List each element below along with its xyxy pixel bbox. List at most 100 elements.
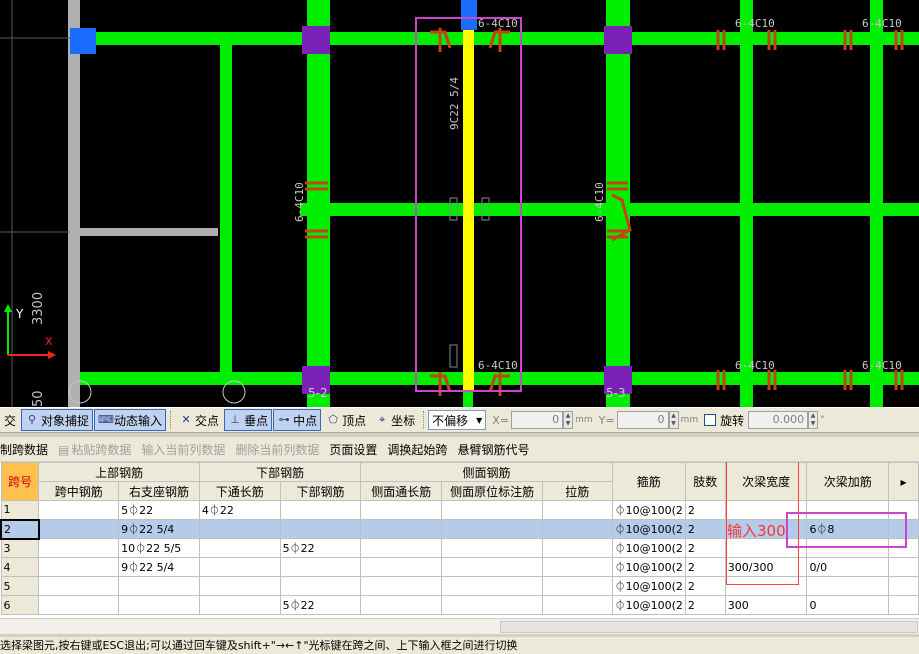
tie-cell[interactable] bbox=[542, 538, 613, 558]
add-cell[interactable] bbox=[806, 576, 890, 596]
scrollbar-thumb[interactable] bbox=[500, 621, 918, 633]
y-spin-button[interactable]: ▲ ▼ bbox=[668, 411, 679, 429]
page-setup-button[interactable]: 页面设置 bbox=[329, 441, 377, 458]
dynamic-input-button[interactable]: ⌨ 动态输入 bbox=[94, 409, 167, 431]
tie-cell[interactable] bbox=[542, 595, 613, 615]
column-blue-a[interactable] bbox=[70, 28, 96, 54]
span-rebar-grid[interactable]: 跨号 上部钢筋 下部钢筋 侧面钢筋 箍筋 肢数 次梁宽度 次梁加筋 ▸ 跨中钢筋… bbox=[0, 462, 919, 618]
width-cell[interactable]: 300 bbox=[724, 595, 808, 615]
legs-cell[interactable]: 2 bbox=[684, 595, 726, 615]
extra-cell[interactable] bbox=[888, 576, 919, 596]
add-cell[interactable]: 6⏀8 bbox=[806, 519, 890, 539]
table-row[interactable]: 5 ⏀10@100(2 2 bbox=[0, 576, 919, 596]
add-cell[interactable] bbox=[806, 500, 890, 520]
add-cell[interactable]: 0/0 bbox=[806, 557, 890, 577]
right-cell[interactable]: 9⏀22 5/4 bbox=[118, 519, 200, 539]
extra-cell[interactable] bbox=[888, 557, 919, 577]
span-cell[interactable]: 3 bbox=[0, 538, 40, 558]
side-orig-cell[interactable] bbox=[441, 557, 544, 577]
copy-span-button[interactable]: 制跨数据 bbox=[0, 441, 48, 458]
bot-cell[interactable] bbox=[279, 576, 362, 596]
column-purple-2[interactable] bbox=[604, 26, 632, 54]
swap-start-button[interactable]: 调换起始跨 bbox=[387, 441, 447, 458]
side-through-cell[interactable] bbox=[360, 576, 443, 596]
coordinate-snap-button[interactable]: ⌖ 坐标 bbox=[371, 409, 419, 431]
bot-cell[interactable] bbox=[279, 519, 362, 539]
width-cell[interactable] bbox=[724, 500, 808, 520]
extra-cell[interactable] bbox=[888, 595, 919, 615]
perpendicular-snap-button[interactable]: ⊥ 垂点 bbox=[224, 409, 273, 431]
bot-through-cell[interactable] bbox=[198, 519, 281, 539]
side-through-cell[interactable] bbox=[360, 557, 443, 577]
legs-cell[interactable]: 2 bbox=[684, 576, 726, 596]
stirrup-cell[interactable]: ⏀10@100(2 bbox=[611, 500, 686, 520]
tie-cell[interactable] bbox=[542, 576, 613, 596]
stirrup-cell[interactable]: ⏀10@100(2 bbox=[611, 538, 686, 558]
tie-cell[interactable] bbox=[542, 500, 613, 520]
stirrup-cell[interactable]: ⏀10@100(2 bbox=[611, 595, 686, 615]
y-coordinate-input[interactable]: 0 bbox=[616, 411, 669, 429]
intersection-snap-button[interactable]: ✕ 交点 bbox=[175, 409, 223, 431]
beam-v-5[interactable] bbox=[740, 0, 753, 407]
right-cell[interactable] bbox=[118, 576, 200, 596]
span-no-header[interactable]: 跨号 bbox=[0, 462, 40, 501]
x-spin-button[interactable]: ▲ ▼ bbox=[563, 411, 574, 429]
horizontal-scrollbar[interactable] bbox=[0, 618, 919, 634]
tie-cell[interactable] bbox=[542, 557, 613, 577]
bot-through-cell[interactable] bbox=[198, 576, 281, 596]
more-columns-header[interactable]: ▸ bbox=[888, 462, 919, 501]
beam-v-2[interactable] bbox=[307, 0, 330, 407]
table-row[interactable]: 1 5⏀22 4⏀22 ⏀10@100(2 2 bbox=[0, 500, 919, 520]
bot-through-cell[interactable] bbox=[198, 595, 281, 615]
mid-cell[interactable] bbox=[38, 557, 120, 577]
delete-column-button[interactable]: 删除当前列数据 bbox=[235, 441, 319, 458]
add-cell[interactable] bbox=[806, 538, 890, 558]
extra-cell[interactable] bbox=[888, 500, 919, 520]
legs-cell[interactable]: 2 bbox=[684, 557, 726, 577]
mid-cell[interactable] bbox=[38, 595, 120, 615]
side-through-cell[interactable] bbox=[360, 538, 443, 558]
side-orig-cell[interactable] bbox=[441, 576, 544, 596]
beam-selected-yellow[interactable] bbox=[463, 18, 474, 390]
side-through-cell[interactable] bbox=[360, 595, 443, 615]
bot-cell[interactable] bbox=[279, 557, 362, 577]
extra-cell[interactable] bbox=[888, 519, 919, 539]
input-column-button[interactable]: 输入当前列数据 bbox=[141, 441, 225, 458]
bot-through-cell[interactable] bbox=[198, 538, 281, 558]
table-row[interactable]: 4 9⏀22 5/4 ⏀10@100(2 2 300/300 0/0 bbox=[0, 557, 919, 577]
stirrup-cell[interactable]: ⏀10@100(2 bbox=[611, 519, 686, 539]
right-cell[interactable]: 5⏀22 bbox=[118, 500, 200, 520]
object-snap-button[interactable]: ⚲ 对象捕捉 bbox=[21, 409, 94, 431]
span-cell[interactable]: 5 bbox=[0, 576, 40, 596]
mid-cell[interactable] bbox=[38, 538, 120, 558]
width-cell[interactable]: 300/300 bbox=[724, 557, 808, 577]
bot-through-cell[interactable] bbox=[198, 557, 281, 577]
rotate-checkbox[interactable] bbox=[704, 414, 717, 426]
column-blue-b[interactable] bbox=[461, 0, 477, 30]
legs-cell[interactable]: 2 bbox=[684, 519, 726, 539]
side-orig-cell[interactable] bbox=[441, 500, 544, 520]
mid-cell[interactable] bbox=[38, 519, 120, 539]
mid-cell[interactable] bbox=[38, 576, 120, 596]
cad-drawing[interactable]: 6-4C10 6-4C10 6-4C10 6-4C10 6-4C10 6-4C1… bbox=[0, 0, 919, 407]
legs-cell[interactable]: 2 bbox=[684, 500, 726, 520]
bot-cell[interactable] bbox=[279, 500, 362, 520]
bot-cell[interactable]: 5⏀22 bbox=[279, 538, 362, 558]
legs-cell[interactable]: 2 bbox=[684, 538, 726, 558]
add-cell[interactable]: 0 bbox=[806, 595, 890, 615]
tie-cell[interactable] bbox=[542, 519, 613, 539]
side-through-cell[interactable] bbox=[360, 500, 443, 520]
midpoint-snap-button[interactable]: ⊶ 中点 bbox=[273, 409, 322, 431]
side-orig-cell[interactable] bbox=[441, 595, 544, 615]
x-coordinate-input[interactable]: 0 bbox=[511, 411, 564, 429]
stirrup-cell[interactable]: ⏀10@100(2 bbox=[611, 557, 686, 577]
span-cell[interactable]: 1 bbox=[0, 500, 40, 520]
span-cell[interactable]: 4 bbox=[0, 557, 40, 577]
vertex-snap-button[interactable]: ⬠ 顶点 bbox=[322, 409, 370, 431]
bot-through-cell[interactable]: 4⏀22 bbox=[198, 500, 281, 520]
drawing-canvas[interactable]: 6-4C10 6-4C10 6-4C10 6-4C10 6-4C10 6-4C1… bbox=[0, 0, 919, 407]
offset-mode-select[interactable]: 不偏移 ▼ bbox=[428, 410, 487, 430]
rotate-input[interactable]: 0.000 bbox=[748, 411, 809, 429]
beam-v-6[interactable] bbox=[870, 0, 883, 407]
right-cell[interactable] bbox=[118, 595, 200, 615]
